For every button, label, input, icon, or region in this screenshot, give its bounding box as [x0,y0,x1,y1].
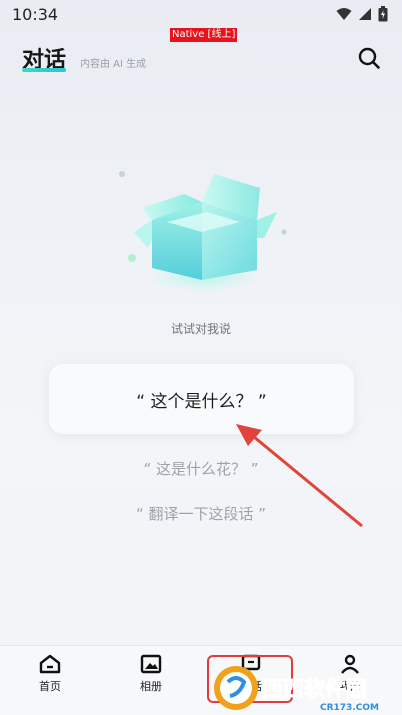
battery-icon [378,6,388,22]
ai-disclaimer: 内容由 AI 生成 [80,59,147,70]
search-icon[interactable] [356,45,382,71]
watermark-url: CR173.COM [320,703,379,713]
annotation-arrow [236,424,363,528]
suggested-prompt[interactable]: “ 这是什么花？ ” [0,458,402,479]
wifi-icon [336,8,352,20]
prompt-card-text: “ 这个是什么？ ” [136,391,267,412]
suggested-prompt-card[interactable]: “ 这个是什么？ ” [49,364,354,434]
nav-item-home[interactable]: 首页 [20,654,80,694]
nav-item-album[interactable]: 相册 [121,654,181,694]
status-bar: 10:34 [0,0,402,28]
album-icon [140,654,162,674]
open-box-illustration [119,171,287,292]
header: 对话 内容由 AI 生成 [0,40,402,76]
home-icon [39,654,61,674]
status-icons [336,6,388,22]
title-underline [22,68,66,72]
nav-label: 首页 [39,680,61,693]
suggested-prompt[interactable]: “ 翻译一下这段话 ” [0,503,402,524]
hint-text: 试试对我说 [170,322,231,336]
signal-icon [359,8,371,20]
watermark-logo: 西西软件园 CR173.COM [214,666,379,713]
status-time: 10:34 [12,4,59,24]
nav-label: 相册 [140,680,162,693]
watermark-text: 西西软件园 [262,677,367,701]
